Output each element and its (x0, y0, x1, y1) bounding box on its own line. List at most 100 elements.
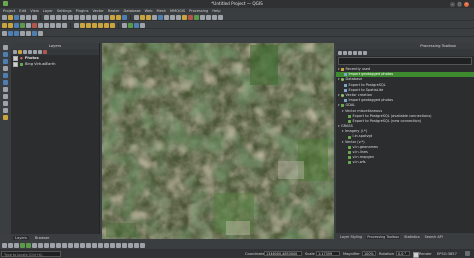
expand-all-icon[interactable] (33, 50, 37, 54)
models-icon[interactable] (338, 50, 342, 55)
tab-processing-toolbox[interactable]: Processing Toolbox (366, 235, 401, 239)
menu-layer[interactable]: Layer (43, 9, 53, 13)
vertex-tool-icon[interactable] (26, 22, 31, 28)
add-feature-icon[interactable] (20, 22, 25, 28)
bottom-tool-icon[interactable] (80, 242, 85, 248)
history-icon[interactable] (212, 14, 217, 20)
bottom-tool-icon[interactable] (134, 242, 139, 248)
history-icon[interactable] (348, 50, 352, 55)
add-raster-layer-icon[interactable] (14, 30, 19, 36)
expand-arrow-icon[interactable]: ▾ (342, 109, 344, 114)
bottom-tool-icon[interactable] (50, 242, 55, 248)
remove-layer-icon[interactable] (43, 50, 47, 54)
expand-arrow-icon[interactable]: ▾ (342, 140, 344, 145)
layer-item-bing-virtualearth[interactable]: Bing VirtualEarth (11, 61, 99, 67)
new-project-icon[interactable] (2, 14, 7, 20)
menu-help[interactable]: Help (212, 9, 220, 13)
locator-search-input[interactable]: Type to locate (Ctrl+K) (1, 250, 61, 257)
bottom-tool-icon[interactable] (26, 242, 31, 248)
delete-selected-icon[interactable] (32, 22, 37, 28)
zoom-layer-icon[interactable] (86, 14, 91, 20)
menu-project[interactable]: Project (3, 9, 15, 13)
map-tips-icon[interactable] (188, 14, 193, 20)
bottom-tool-icon[interactable] (104, 242, 109, 248)
tab-layer-styling[interactable]: Layer Styling (339, 235, 363, 239)
deselect-icon[interactable] (152, 14, 157, 20)
bottom-tool-icon[interactable] (8, 242, 13, 248)
pan-icon[interactable] (44, 14, 49, 20)
tab-browser[interactable]: Browser (35, 236, 50, 240)
rotation-field[interactable]: 0.0 ° (396, 251, 410, 256)
plugin-icon[interactable] (140, 22, 145, 28)
menu-plugins[interactable]: Plugins (76, 9, 89, 13)
maximize-icon[interactable]: □ (457, 1, 462, 7)
field-calculator-icon[interactable] (164, 14, 169, 20)
add-wms-layer-icon[interactable] (3, 66, 8, 71)
save-as-icon[interactable] (20, 14, 25, 20)
bottom-tool-icon[interactable] (128, 242, 133, 248)
bottom-tool-icon[interactable] (32, 242, 37, 248)
print-layout-icon[interactable] (26, 14, 31, 20)
graphical-modeler-icon[interactable] (206, 14, 211, 20)
open-project-icon[interactable] (8, 14, 13, 20)
expand-arrow-icon[interactable]: ▾ (338, 103, 340, 108)
menu-database[interactable]: Database (124, 9, 141, 13)
data-source-manager-icon[interactable] (2, 30, 7, 36)
bottom-tool-icon[interactable] (92, 242, 97, 248)
menu-vector[interactable]: Vector (92, 9, 103, 13)
expand-arrow-icon[interactable]: ▾ (338, 124, 340, 129)
bottom-tool-icon[interactable] (68, 242, 73, 248)
label-change-icon[interactable] (110, 22, 115, 28)
layout-manager-icon[interactable] (32, 14, 37, 20)
menu-raster[interactable]: Raster (108, 9, 120, 13)
tree-item-v-in-wfs[interactable]: v.in.wfs (336, 160, 474, 165)
bottom-tool-icon[interactable] (14, 242, 19, 248)
menu-mesh[interactable]: Mesh (157, 9, 166, 13)
expand-arrow-icon[interactable]: ▾ (338, 67, 340, 72)
new-shapefile-icon[interactable] (3, 101, 8, 106)
add-spatialite-icon[interactable] (32, 30, 37, 36)
plugin-icon[interactable] (134, 22, 139, 28)
add-group-icon[interactable] (18, 50, 22, 54)
coordinate-field[interactable]: 1346000,4853000 (264, 251, 302, 256)
bottom-tool-icon[interactable] (98, 242, 103, 248)
menu-mmqgis[interactable]: MMQGIS (170, 9, 185, 13)
pan-to-selection-icon[interactable] (50, 14, 55, 20)
add-wfs-layer-icon[interactable] (3, 73, 8, 78)
bottom-tool-icon[interactable] (116, 242, 121, 248)
current-edits-icon[interactable] (2, 22, 7, 28)
add-wms-icon[interactable] (38, 30, 43, 36)
bottom-tool-icon[interactable] (20, 242, 25, 248)
scripts-icon[interactable] (343, 50, 347, 55)
manage-map-themes-icon[interactable] (23, 50, 27, 54)
measure-icon[interactable] (176, 14, 181, 20)
save-project-icon[interactable] (14, 14, 19, 20)
expand-arrow-icon[interactable]: ▾ (338, 77, 340, 82)
zoom-selection-icon[interactable] (80, 14, 85, 20)
menu-view[interactable]: View (30, 9, 39, 13)
bottom-tool-icon[interactable] (110, 242, 115, 248)
menu-web[interactable]: Web (145, 9, 153, 13)
menu-edit[interactable]: Edit (19, 9, 26, 13)
plugin-icon[interactable] (128, 22, 133, 28)
identify-icon[interactable] (134, 14, 139, 20)
add-delimited-text-icon[interactable] (26, 30, 31, 36)
add-layer-icon[interactable] (3, 45, 8, 50)
add-postgis-icon[interactable] (3, 52, 8, 57)
toggle-editing-icon[interactable] (8, 22, 13, 28)
options-icon[interactable] (363, 50, 367, 55)
label-pin-icon[interactable] (86, 22, 91, 28)
cut-features-icon[interactable] (38, 22, 43, 28)
scale-field[interactable]: 1:17359 (316, 251, 340, 256)
label-tool-icon[interactable] (80, 22, 85, 28)
zoom-out-icon[interactable] (62, 14, 67, 20)
bottom-tool-icon[interactable] (62, 242, 67, 248)
processing-toolbox-icon[interactable] (200, 14, 205, 20)
paste-features-icon[interactable] (50, 22, 55, 28)
add-mesh-layer-icon[interactable] (20, 30, 25, 36)
add-vector-layer-icon[interactable] (8, 30, 13, 36)
new-bookmark-icon[interactable] (110, 14, 115, 20)
add-wcs-layer-icon[interactable] (3, 80, 8, 85)
bottom-tool-icon[interactable] (38, 242, 43, 248)
magnifier-field[interactable]: 100% (362, 251, 376, 256)
